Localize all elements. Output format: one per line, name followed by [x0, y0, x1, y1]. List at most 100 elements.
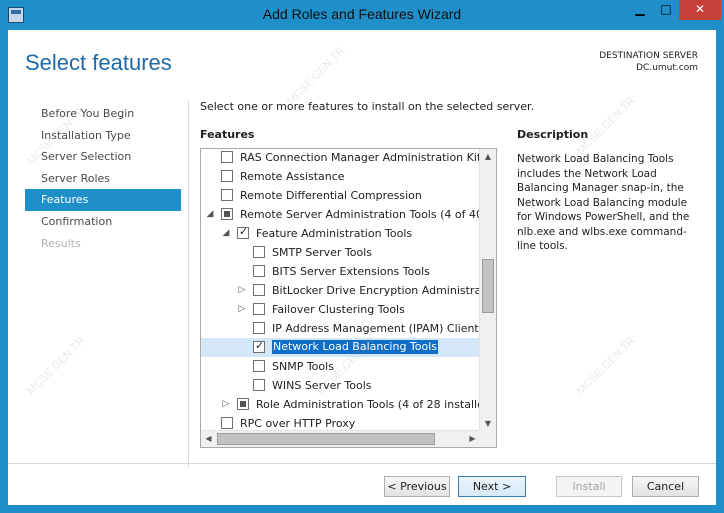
- feature-label: BITS Server Extensions Tools: [272, 265, 430, 278]
- feature-label: BitLocker Drive Encryption Administratio…: [272, 284, 480, 297]
- feature-label: Remote Differential Compression: [240, 189, 422, 202]
- feature-label: Failover Clustering Tools: [272, 303, 405, 316]
- features-tree[interactable]: RAS Connection Manager Administration Ki…: [200, 148, 497, 448]
- checkbox-icon[interactable]: [253, 322, 265, 334]
- feature-tree-row[interactable]: IP Address Management (IPAM) Client: [201, 319, 480, 338]
- feature-tree-row[interactable]: Network Load Balancing Tools: [201, 338, 480, 357]
- feature-label: Remote Server Administration Tools (4 of…: [240, 208, 480, 221]
- minimize-icon[interactable]: ▁: [627, 0, 653, 20]
- vertical-scrollbar[interactable]: ▲ ▼: [479, 149, 496, 431]
- nav-item-server-roles[interactable]: Server Roles: [25, 168, 181, 190]
- next-button[interactable]: Next >: [458, 476, 526, 497]
- feature-tree-row[interactable]: RPC over HTTP Proxy: [201, 414, 480, 431]
- watermark: MCSE.GEN.TR: [284, 44, 348, 108]
- checkbox-icon[interactable]: [253, 360, 265, 372]
- checkbox-icon[interactable]: [237, 225, 249, 239]
- feature-label: Feature Administration Tools: [256, 227, 413, 240]
- scroll-up-icon[interactable]: ▲: [480, 149, 496, 164]
- checkbox-icon[interactable]: [221, 189, 233, 201]
- feature-label: RAS Connection Manager Administration Ki…: [240, 151, 480, 164]
- feature-label: RPC over HTTP Proxy: [240, 417, 356, 430]
- feature-tree-row[interactable]: ▷ Failover Clustering Tools: [201, 300, 480, 319]
- checkbox-icon[interactable]: [221, 208, 233, 220]
- maximize-icon[interactable]: □: [653, 0, 679, 20]
- scroll-left-icon[interactable]: ◀: [201, 431, 216, 447]
- expander-icon[interactable]: ▷: [237, 284, 247, 296]
- expander-icon[interactable]: ◢: [221, 227, 231, 239]
- checkbox-icon[interactable]: [221, 417, 233, 429]
- feature-tree-row[interactable]: Remote Differential Compression: [201, 186, 480, 205]
- feature-label: IP Address Management (IPAM) Client: [272, 322, 479, 335]
- checkbox-icon[interactable]: [221, 151, 233, 163]
- close-icon[interactable]: ✕: [679, 0, 721, 20]
- page-title: Select features: [25, 50, 172, 75]
- scrollbar-corner: [479, 430, 496, 447]
- feature-tree-row[interactable]: Remote Assistance: [201, 167, 480, 186]
- checkbox-icon[interactable]: [253, 303, 265, 315]
- watermark: MCSE.GEN.TR: [24, 334, 88, 398]
- feature-label: SMTP Server Tools: [272, 246, 372, 259]
- install-button[interactable]: Install: [556, 476, 622, 497]
- feature-tree-row[interactable]: BITS Server Extensions Tools: [201, 262, 480, 281]
- checkbox-icon[interactable]: [253, 246, 265, 258]
- destination-server-label: DESTINATION SERVER: [599, 51, 698, 61]
- instruction-text: Select one or more features to install o…: [200, 100, 535, 113]
- nav-item-results: Results: [41, 236, 81, 250]
- nav-item-server-selection[interactable]: Server Selection: [25, 146, 181, 168]
- destination-server-value: DC.umut.com: [636, 63, 698, 73]
- expander-icon: [237, 322, 247, 334]
- footer-divider: [8, 463, 716, 464]
- feature-tree-row[interactable]: ▷ Role Administration Tools (4 of 28 inst…: [201, 395, 480, 414]
- checkbox-icon[interactable]: [253, 339, 265, 353]
- nav-divider: [188, 100, 189, 468]
- expander-icon: [237, 246, 247, 258]
- expander-icon[interactable]: ▷: [237, 303, 247, 315]
- scroll-down-icon[interactable]: ▼: [480, 416, 496, 431]
- expander-icon: [237, 379, 247, 391]
- description-text: Network Load Balancing Tools includes th…: [517, 153, 690, 252]
- vertical-scroll-thumb[interactable]: [482, 259, 494, 313]
- horizontal-scrollbar[interactable]: ◀ ▶: [201, 430, 480, 447]
- features-heading: Features: [200, 128, 255, 141]
- checkbox-icon[interactable]: [253, 284, 265, 296]
- checkbox-icon[interactable]: [237, 398, 249, 410]
- feature-tree-row[interactable]: WINS Server Tools: [201, 376, 480, 395]
- horizontal-scroll-thumb[interactable]: [217, 433, 435, 445]
- nav-item-confirmation[interactable]: Confirmation: [25, 211, 181, 233]
- feature-tree-row[interactable]: RAS Connection Manager Administration Ki…: [201, 149, 480, 167]
- wizard-nav: Before You Begin Installation Type Server …: [25, 103, 181, 254]
- feature-label: Role Administration Tools (4 of 28 insta…: [256, 398, 480, 411]
- expander-icon[interactable]: ◢: [205, 208, 215, 220]
- expander-icon[interactable]: ▷: [221, 398, 231, 410]
- expander-icon: [237, 341, 247, 353]
- expander-icon: [205, 151, 215, 163]
- title-bar: Add Roles and Features Wizard ▁ □ ✕: [0, 0, 724, 30]
- feature-label: SNMP Tools: [272, 360, 334, 373]
- feature-tree-row[interactable]: ▷ BitLocker Drive Encryption Administrati…: [201, 281, 480, 300]
- checkbox-icon[interactable]: [253, 265, 265, 277]
- feature-label: WINS Server Tools: [272, 379, 372, 392]
- feature-tree-row[interactable]: SNMP Tools: [201, 357, 480, 376]
- expander-icon: [205, 189, 215, 201]
- nav-item-installation-type[interactable]: Installation Type: [25, 125, 181, 147]
- feature-label: Remote Assistance: [240, 170, 345, 183]
- window-title: Add Roles and Features Wizard: [262, 6, 462, 22]
- description-heading: Description: [517, 128, 589, 141]
- watermark: MCSE.GEN.TR: [574, 94, 638, 158]
- watermark: MCSE.GEN.TR: [574, 334, 638, 398]
- cancel-button[interactable]: Cancel: [632, 476, 699, 497]
- checkbox-icon[interactable]: [253, 379, 265, 391]
- nav-item-before-you-begin[interactable]: Before You Begin: [25, 103, 181, 125]
- feature-label: Network Load Balancing Tools: [272, 340, 439, 354]
- scroll-right-icon[interactable]: ▶: [465, 431, 480, 447]
- feature-tree-row[interactable]: SMTP Server Tools: [201, 243, 480, 262]
- previous-button[interactable]: < Previous: [384, 476, 450, 497]
- expander-icon: [237, 360, 247, 372]
- wizard-client-area: Select features DESTINATION SERVER DC.um…: [8, 30, 716, 505]
- feature-tree-row[interactable]: ◢ Remote Server Administration Tools (4 o…: [201, 205, 480, 224]
- checkbox-icon[interactable]: [221, 170, 233, 182]
- wizard-window: Add Roles and Features Wizard ▁ □ ✕ Sele…: [0, 0, 724, 513]
- features-tree-rows: RAS Connection Manager Administration Ki…: [201, 149, 480, 431]
- nav-item-features[interactable]: Features: [25, 189, 181, 211]
- feature-tree-row[interactable]: ◢ Feature Administration Tools: [201, 224, 480, 243]
